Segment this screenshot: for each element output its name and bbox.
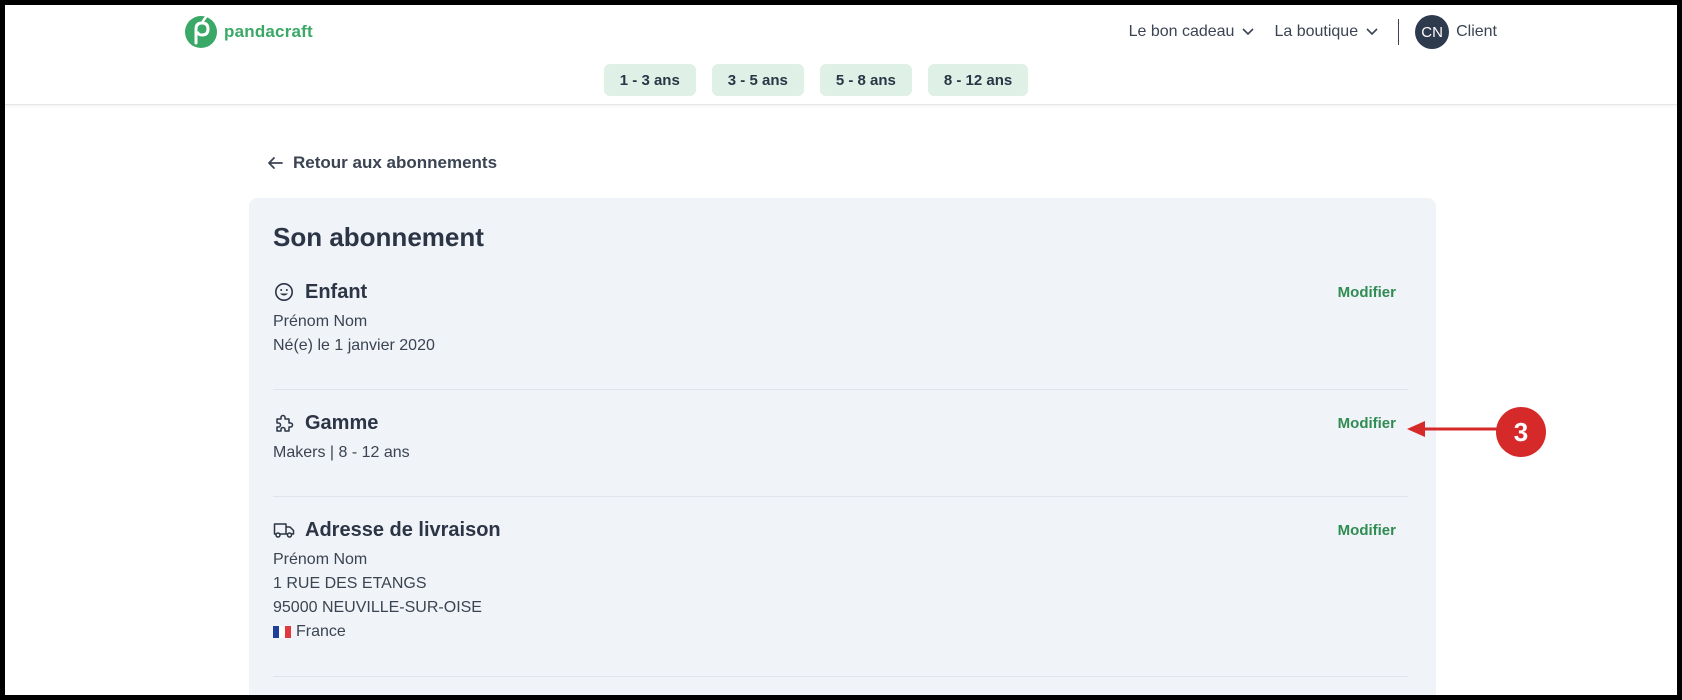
user-menu[interactable]: CN Client: [1415, 15, 1497, 49]
country-label: France: [296, 623, 346, 640]
nav-divider: [1398, 19, 1400, 45]
browser-page: pandacraft Le bon cadeau La boutique CN …: [5, 5, 1677, 695]
tab-3-5-ans[interactable]: 3 - 5 ans: [711, 64, 804, 96]
section-title: Adresse de livraison: [305, 518, 501, 541]
pandacraft-logo-icon: [185, 15, 217, 48]
site-header: pandacraft Le bon cadeau La boutique CN …: [5, 5, 1677, 105]
user-label: Client: [1456, 23, 1497, 40]
header-nav: Le bon cadeau La boutique CN Client: [1109, 5, 1497, 59]
chevron-down-icon: [1366, 28, 1378, 36]
modifier-enfant-button[interactable]: Modifier: [1338, 280, 1396, 304]
age-filter-tabs: 1 - 3 ans 3 - 5 ans 5 - 8 ans 8 - 12 ans: [5, 64, 1677, 96]
section-title: Enfant: [305, 280, 368, 303]
nav-label: La boutique: [1274, 23, 1359, 40]
section-title: Gamme: [305, 411, 379, 434]
tabs-spacer: [1044, 64, 1078, 96]
france-flag-icon: [273, 626, 291, 638]
avatar: CN: [1415, 15, 1450, 49]
chevron-down-icon: [1242, 28, 1255, 36]
address-city: 95000 NEUVILLE-SUR-OISE: [273, 599, 482, 616]
range-value: Makers | 8 - 12 ans: [273, 444, 410, 461]
nav-boutique[interactable]: La boutique: [1274, 23, 1378, 41]
section-divider: [273, 496, 1408, 497]
annotation-arrow-icon: [1407, 421, 1499, 437]
section-divider: [273, 389, 1408, 390]
smiley-icon: [273, 281, 295, 303]
tab-5-8-ans[interactable]: 5 - 8 ans: [819, 64, 912, 96]
modifier-gamme-button[interactable]: Modifier: [1338, 411, 1396, 435]
back-link-label: Retour aux abonnements: [293, 153, 498, 172]
child-birthdate: Né(e) le 1 janvier 2020: [273, 337, 435, 354]
recipient-name: Prénom Nom: [273, 551, 368, 568]
modifier-adresse-button[interactable]: Modifier: [1338, 518, 1396, 542]
nav-label: Le bon cadeau: [1128, 23, 1235, 40]
page-title: Son abonnement: [273, 222, 484, 252]
brand-logo[interactable]: pandacraft: [184, 13, 313, 51]
puzzle-icon: [273, 412, 295, 434]
child-name: Prénom Nom: [273, 313, 368, 330]
annotation-number-badge: 3: [1496, 407, 1546, 457]
section-divider: [273, 676, 1408, 677]
tab-1-3-ans[interactable]: 1 - 3 ans: [603, 64, 696, 96]
section-gamme: Gamme Modifier Makers | 8 - 12 ans: [273, 411, 1408, 465]
address-street: 1 RUE DES ETANGS: [273, 575, 427, 592]
back-to-subscriptions-link[interactable]: Retour aux abonnements: [267, 153, 497, 173]
nav-bon-cadeau[interactable]: Le bon cadeau: [1129, 23, 1255, 41]
subscription-card: Son abonnement Enfant Modifier Prénom No…: [249, 198, 1436, 695]
section-enfant: Enfant Modifier Prénom Nom Né(e) le 1 ja…: [273, 280, 1408, 358]
brand-name: pandacraft: [224, 22, 313, 41]
tab-8-12-ans[interactable]: 8 - 12 ans: [927, 64, 1029, 96]
arrow-left-icon: [268, 157, 283, 169]
truck-icon: [273, 519, 295, 541]
address-country: France: [273, 620, 1408, 644]
section-adresse: Adresse de livraison Modifier Prénom Nom…: [273, 518, 1408, 644]
